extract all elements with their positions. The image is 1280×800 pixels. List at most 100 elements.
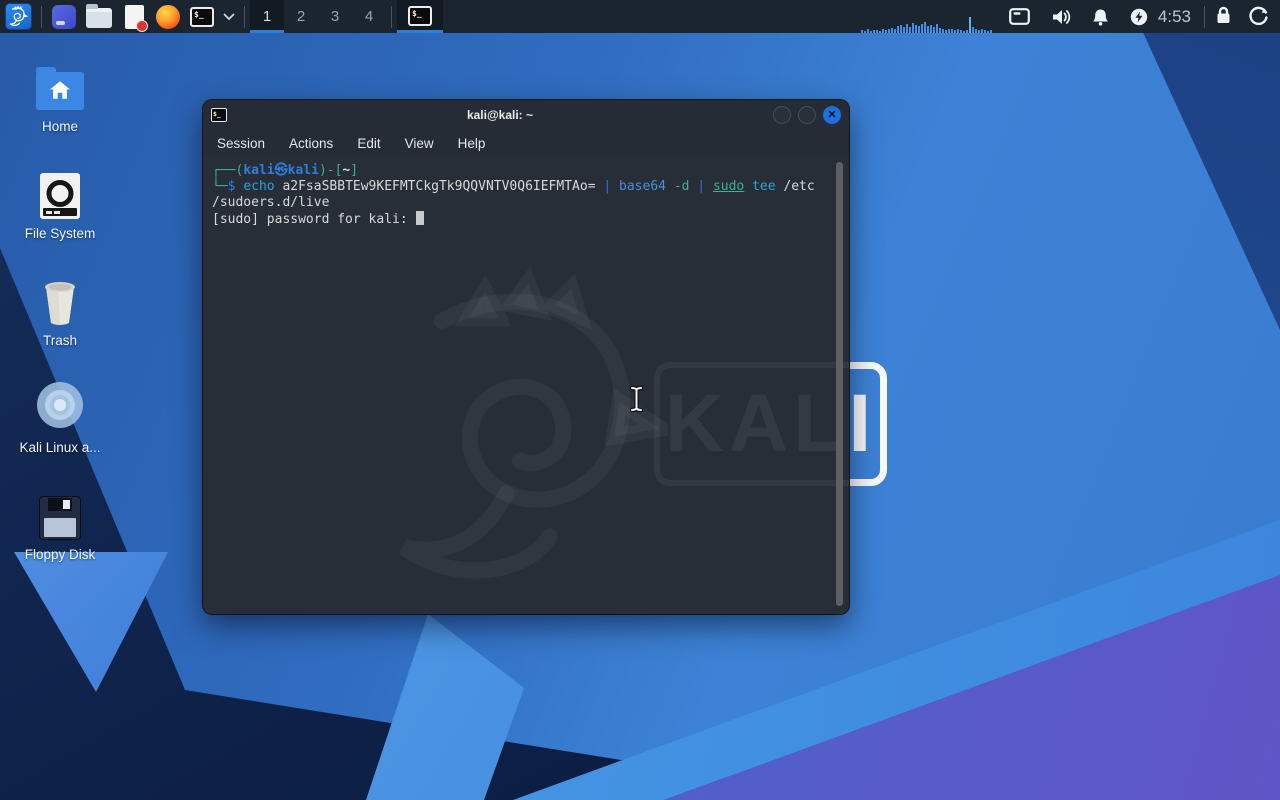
desktop-icon-list: Home File System Trash Kali Linux a... F… <box>8 46 112 581</box>
volume-icon[interactable] <box>1051 8 1071 26</box>
cpu-bar <box>896 26 899 33</box>
panel-separator <box>41 5 42 28</box>
mouse-cursor-ibeam <box>629 385 644 413</box>
cpu-bar <box>893 29 896 33</box>
cpu-bar <box>956 29 959 33</box>
cpu-bar <box>866 29 869 33</box>
desktop-icon-file-system[interactable]: File System <box>8 153 112 241</box>
firefox-launcher[interactable] <box>151 0 185 33</box>
maximize-button[interactable] <box>798 106 816 124</box>
menu-edit[interactable]: Edit <box>357 136 380 151</box>
file-manager-icon <box>86 4 112 28</box>
workspace-1-button[interactable]: 1 <box>250 0 284 33</box>
cpu-bar <box>890 28 893 33</box>
cpu-bar <box>875 30 878 33</box>
display-icon[interactable] <box>1009 8 1030 25</box>
terminal-launcher[interactable]: $_ <box>185 0 219 33</box>
app-window-icon <box>52 4 76 29</box>
desktop-icon-label: File System <box>24 226 96 241</box>
desktop-icon-label: Trash <box>42 333 77 348</box>
firefox-icon <box>156 4 180 29</box>
cpu-bar <box>926 26 929 33</box>
terminal-titlebar[interactable]: $_ kali@kali: ~ ✕ <box>203 100 849 130</box>
terminal-text-segment: echo <box>243 179 275 194</box>
desktop-icon-kali-linux[interactable]: Kali Linux a... <box>8 367 112 455</box>
panel-separator <box>1204 5 1205 28</box>
cpu-bar <box>965 30 968 33</box>
terminal-text-segment: sudo <box>712 179 745 194</box>
terminal-text-segment: └─ <box>212 179 228 194</box>
minimize-button[interactable] <box>773 106 791 124</box>
cpu-bar <box>938 28 941 33</box>
terminal-text-segment: tee <box>752 179 776 194</box>
text-editor-icon <box>124 4 148 32</box>
terminal-line: /sudoers.d/live <box>212 195 840 211</box>
power-manager-icon[interactable] <box>1130 8 1148 26</box>
cpu-bar <box>920 24 923 33</box>
cpu-bar <box>932 27 935 33</box>
cpu-bar <box>923 22 926 33</box>
cpu-bar <box>983 30 986 33</box>
cpu-bar <box>884 30 887 33</box>
app-window-launcher[interactable] <box>47 0 81 33</box>
desktop-icon-trash[interactable]: Trash <box>8 260 112 348</box>
cpu-bar <box>899 25 902 33</box>
cpu-bar <box>929 25 932 33</box>
terminal-window: $_ kali@kali: ~ ✕ Session Actions Edit View… <box>203 100 849 614</box>
window-buttons: ✕ <box>773 106 841 124</box>
cpu-bar <box>971 27 974 33</box>
workspace-2-button[interactable]: 2 <box>284 0 318 33</box>
terminal-text-segment: ┌──( <box>212 163 244 178</box>
floppy-disk-icon <box>39 496 81 540</box>
notifications-bell-icon[interactable] <box>1092 8 1109 26</box>
terminal-text-segment: [sudo] password for kali: <box>212 212 416 227</box>
cpu-bar <box>968 17 971 33</box>
session-buttons <box>1216 6 1268 28</box>
terminal-content[interactable]: KALI ┌──(kali㉿kali)-[~]└─$ echo a2FsaSBB… <box>203 157 849 614</box>
terminal-kali-watermark: KALI <box>654 362 849 486</box>
cpu-bar <box>914 25 917 33</box>
chevron-down-icon[interactable] <box>219 0 239 33</box>
panel-separator <box>244 5 245 28</box>
kali-dragon-watermark <box>388 262 668 614</box>
close-button[interactable]: ✕ <box>823 106 841 124</box>
kali-menu-button[interactable] <box>0 0 36 33</box>
cpu-bar <box>986 31 989 33</box>
cpu-graph-applet[interactable] <box>860 0 995 33</box>
cpu-bar <box>989 30 992 33</box>
menu-view[interactable]: View <box>405 136 434 151</box>
cpu-bar <box>905 24 908 33</box>
file-manager-launcher[interactable] <box>81 0 117 33</box>
cpu-bar <box>947 29 950 33</box>
cpu-bar <box>941 29 944 33</box>
terminal-text-segment: /etc <box>775 179 815 194</box>
logout-icon[interactable] <box>1249 6 1268 28</box>
taskbar-terminal-button[interactable]: $_ <box>397 0 443 33</box>
desktop-icon-floppy-disk[interactable]: Floppy Disk <box>8 474 112 562</box>
terminal-scrollbar[interactable] <box>836 162 843 606</box>
terminal-text-segment: a2FsaSBBTEw9KEFMTCkgTk9QQVNTV0Q6IEFMTAo= <box>274 179 604 194</box>
disc-icon <box>37 382 83 433</box>
lock-icon[interactable] <box>1216 6 1231 27</box>
menu-session[interactable]: Session <box>217 136 265 151</box>
desktop-icon-home[interactable]: Home <box>8 46 112 134</box>
terminal-text-segment: ] <box>350 163 359 178</box>
cpu-bar <box>869 31 872 33</box>
terminal-cursor <box>415 211 424 225</box>
desktop: KALI $_ 1234 <box>0 0 1280 800</box>
cpu-bar <box>860 30 863 33</box>
cpu-bar <box>944 30 947 33</box>
cpu-bar <box>881 29 884 33</box>
cpu-bar <box>917 26 920 33</box>
terminal-text-segment: -d <box>673 179 690 194</box>
clock[interactable]: 4:53 <box>1158 7 1191 27</box>
text-editor-launcher[interactable] <box>117 0 151 33</box>
cpu-bar <box>863 31 866 33</box>
menu-help[interactable]: Help <box>458 136 486 151</box>
menu-actions[interactable]: Actions <box>289 136 333 151</box>
workspace-3-button[interactable]: 3 <box>318 0 352 33</box>
workspace-4-button[interactable]: 4 <box>352 0 386 33</box>
terminal-text-segment: | <box>603 179 612 194</box>
